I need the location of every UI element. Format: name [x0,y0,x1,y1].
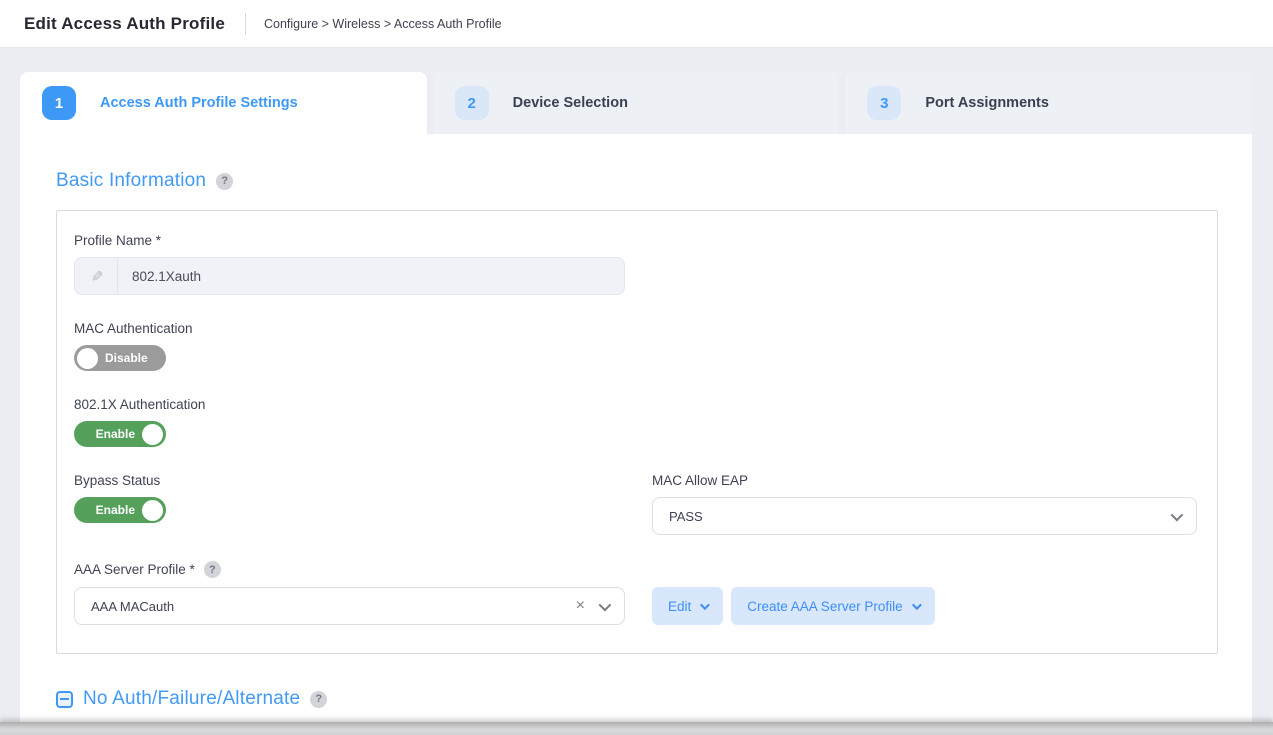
help-icon[interactable]: ? [310,691,327,708]
toggle-state-label: Enable [96,503,135,517]
mac-allow-eap-value: PASS [669,509,1171,524]
basic-information-heading: Basic Information [56,170,206,192]
aaa-server-profile-label: AAA Server Profile * [74,562,195,577]
chevron-down-icon [1171,508,1184,521]
toggle-knob [142,424,163,445]
tab-port-assignments[interactable]: 3 Port Assignments [845,72,1252,134]
tab-label: Device Selection [513,95,628,111]
tab-label: Access Auth Profile Settings [100,95,298,111]
step-1-badge: 1 [42,86,76,120]
create-aaa-server-profile-button[interactable]: Create AAA Server Profile [731,587,934,625]
bypass-status-field-block: Bypass Status Enable [74,473,625,535]
mac-allow-eap-field-block: MAC Allow EAP PASS [652,473,1197,535]
toggle-knob [77,348,98,369]
help-icon[interactable]: ? [216,173,233,190]
bypass-status-toggle[interactable]: Enable [74,497,166,523]
dot1x-authentication-toggle[interactable]: Enable [74,421,166,447]
toggle-state-label: Disable [105,351,148,365]
toggle-state-label: Enable [96,427,135,441]
edit-button[interactable]: Edit [652,587,723,625]
clear-selection-icon[interactable]: × [576,597,585,615]
aaa-server-profile-value: AAA MACauth [91,599,576,614]
mac-allow-eap-label: MAC Allow EAP [652,473,1197,488]
basic-information-panel: Profile Name * ✎ MAC Authentication Disa… [56,210,1218,654]
edit-pencil-addon: ✎ [75,258,118,294]
minus-icon [60,698,69,700]
tab-device-selection[interactable]: 2 Device Selection [433,72,840,134]
create-aaa-server-profile-label: Create AAA Server Profile [747,599,902,614]
tab-access-auth-profile-settings[interactable]: 1 Access Auth Profile Settings [20,72,427,134]
edit-button-label: Edit [668,599,691,614]
tab-label: Port Assignments [925,95,1049,111]
page-header: Edit Access Auth Profile Configure > Wir… [0,0,1273,48]
chevron-down-icon [599,598,612,611]
toggle-knob [142,500,163,521]
wizard-tabs: 1 Access Auth Profile Settings 2 Device … [20,72,1252,134]
aaa-server-profile-label-row: AAA Server Profile * ? [74,561,1197,578]
profile-name-field-block: Profile Name * ✎ [74,233,1197,295]
breadcrumb: Configure > Wireless > Access Auth Profi… [264,17,502,31]
profile-name-input-group: ✎ [74,257,625,295]
mac-allow-eap-select[interactable]: PASS [652,497,1197,535]
step-3-badge: 3 [867,86,901,120]
bottom-scrollbar[interactable] [0,722,1273,735]
mac-authentication-toggle[interactable]: Disable [74,345,166,371]
dot1x-authentication-label: 802.1X Authentication [74,397,1197,412]
mac-authentication-label: MAC Authentication [74,321,1197,336]
step-2-badge: 2 [455,86,489,120]
mac-authentication-field-block: MAC Authentication Disable [74,321,1197,371]
page-title: Edit Access Auth Profile [24,14,225,34]
header-divider [245,13,246,35]
help-icon[interactable]: ? [204,561,221,578]
pencil-icon: ✎ [87,270,105,283]
aaa-server-profile-field-block: AAA Server Profile * ? AAA MACauth × Edi… [74,561,1197,625]
content-card: Basic Information ? Profile Name * ✎ MAC… [20,134,1252,735]
noauth-heading: No Auth/Failure/Alternate [83,688,300,710]
bypass-status-label: Bypass Status [74,473,625,488]
chevron-down-icon [912,600,922,610]
dot1x-authentication-field-block: 802.1X Authentication Enable [74,397,1197,447]
profile-name-input[interactable] [118,269,624,284]
chevron-down-icon [700,600,710,610]
collapse-section-icon[interactable] [56,691,73,708]
aaa-server-profile-select[interactable]: AAA MACauth × [74,587,625,625]
profile-name-label: Profile Name * [74,233,1197,248]
